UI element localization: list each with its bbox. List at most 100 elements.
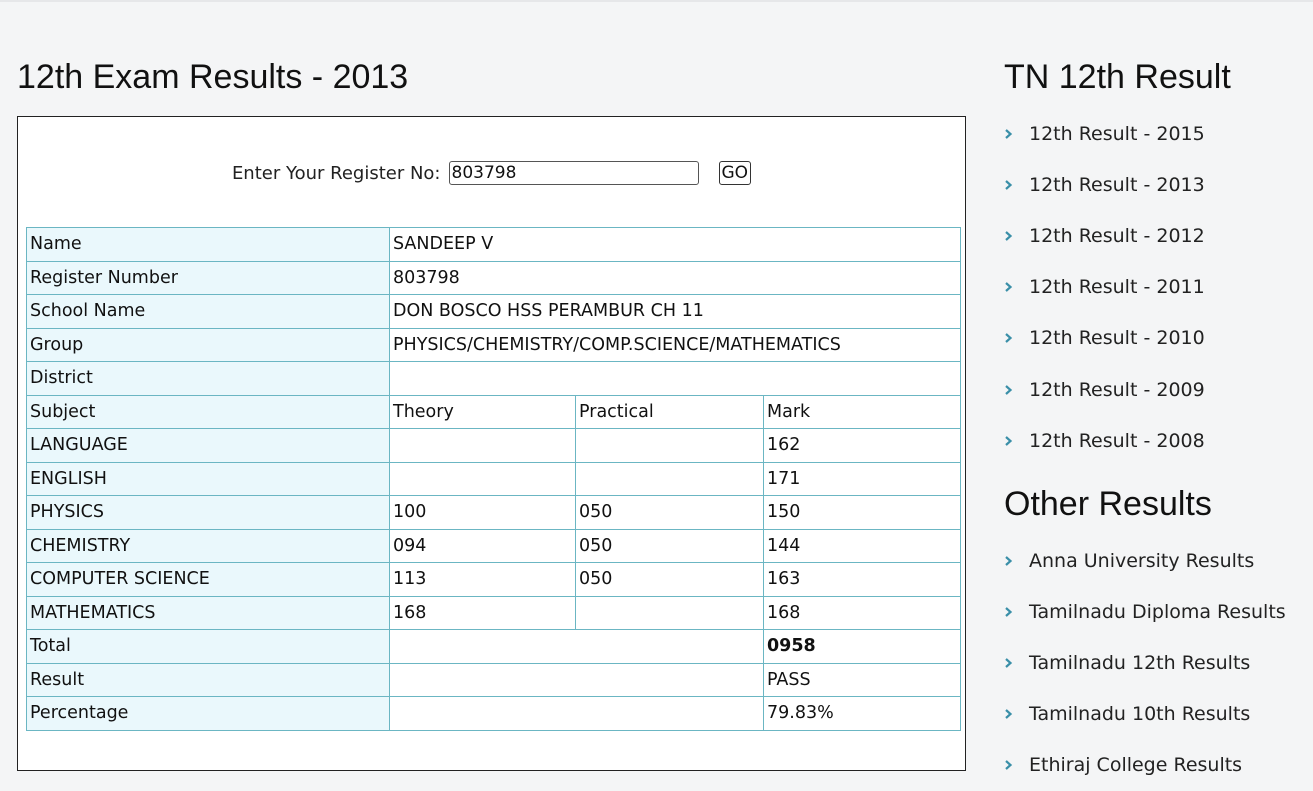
sidebar-link-label: 12th Result - 2008 bbox=[1029, 429, 1205, 452]
subject-mark: 168 bbox=[762, 595, 962, 630]
page-title: 12th Exam Results - 2013 bbox=[17, 58, 409, 96]
info-row: School Name DON BOSCO HSS PERAMBUR CH 11 bbox=[26, 294, 962, 329]
go-button[interactable]: GO bbox=[718, 161, 752, 185]
summary-label: Result bbox=[26, 662, 390, 697]
sidebar-link[interactable]: 12th Result - 2012 bbox=[1004, 210, 1205, 261]
chevron-right-icon bbox=[1004, 606, 1018, 618]
chevron-right-icon bbox=[1004, 657, 1018, 669]
subject-row: MATHEMATICS 168 168 bbox=[26, 595, 962, 630]
summary-value: 0958 bbox=[762, 629, 962, 664]
other-results-heading: Other Results bbox=[1004, 485, 1212, 523]
sidebar-link-label: 12th Result - 2009 bbox=[1029, 378, 1205, 401]
info-value bbox=[388, 361, 962, 396]
chevron-right-icon bbox=[1004, 759, 1018, 771]
info-value: SANDEEP V bbox=[388, 227, 962, 262]
sidebar-link[interactable]: Anna University Results bbox=[1004, 535, 1286, 586]
info-label: Group bbox=[26, 327, 390, 362]
sidebar-link[interactable]: 12th Result - 2015 bbox=[1004, 108, 1205, 159]
sidebar-link-label: 12th Result - 2015 bbox=[1029, 122, 1205, 145]
sidebar-link[interactable]: Tamilnadu 12th Results bbox=[1004, 637, 1286, 688]
subject-subject: LANGUAGE bbox=[26, 428, 390, 463]
summary-label: Percentage bbox=[26, 696, 390, 731]
subject-subject: MATHEMATICS bbox=[26, 595, 390, 630]
sidebar-link-label: Tamilnadu Diploma Results bbox=[1029, 600, 1286, 623]
sidebar-link[interactable]: 12th Result - 2011 bbox=[1004, 262, 1205, 313]
subject-theory: 113 bbox=[389, 562, 576, 597]
sidebar-link[interactable]: 12th Result - 2009 bbox=[1004, 364, 1205, 415]
subject-subject: PHYSICS bbox=[26, 495, 390, 530]
subject-practical bbox=[575, 595, 764, 630]
summary-value: PASS bbox=[762, 662, 962, 697]
info-label: District bbox=[26, 361, 390, 396]
header-mark: Mark bbox=[762, 394, 962, 429]
result-table: Name SANDEEP V Register Number 803798 School… bbox=[26, 227, 962, 731]
sidebar-link-label: 12th Result - 2013 bbox=[1029, 173, 1205, 196]
sidebar-link-label: Ethiraj College Results bbox=[1029, 754, 1243, 777]
chevron-right-icon bbox=[1004, 128, 1018, 140]
sidebar-link-label: Tamilnadu 10th Results bbox=[1029, 703, 1251, 726]
info-value: 803798 bbox=[388, 260, 962, 295]
chevron-right-icon bbox=[1004, 179, 1018, 191]
sidebar-link-label: Tamilnadu 12th Results bbox=[1029, 651, 1251, 674]
subject-subject: COMPUTER SCIENCE bbox=[26, 562, 390, 597]
subject-mark: 163 bbox=[762, 562, 962, 597]
sidebar-link[interactable]: Tamilnadu 10th Results bbox=[1004, 689, 1286, 740]
chevron-right-icon bbox=[1004, 230, 1018, 242]
summary-row: Percentage 79.83% bbox=[26, 696, 962, 731]
subject-row: CHEMISTRY 094 050 144 bbox=[26, 528, 962, 563]
summary-spacer bbox=[389, 629, 764, 664]
marks-header-row: Subject Theory Practical Mark bbox=[26, 394, 962, 429]
sidebar-link[interactable]: 12th Result - 2013 bbox=[1004, 159, 1205, 210]
subject-subject: CHEMISTRY bbox=[26, 528, 390, 563]
sidebar-link-label: 12th Result - 2011 bbox=[1029, 276, 1205, 299]
subject-row: COMPUTER SCIENCE 113 050 163 bbox=[26, 562, 962, 597]
subject-subject: ENGLISH bbox=[26, 461, 390, 496]
header-theory: Theory bbox=[389, 394, 576, 429]
subject-practical: 050 bbox=[575, 528, 764, 563]
summary-row: Total 0958 bbox=[26, 629, 962, 664]
sidebar-link[interactable]: Ethiraj College Results bbox=[1004, 740, 1286, 791]
sidebar-link[interactable]: 12th Result - 2010 bbox=[1004, 313, 1205, 364]
summary-value: 79.83% bbox=[762, 696, 962, 731]
register-number-input[interactable] bbox=[448, 161, 699, 185]
info-value: DON BOSCO HSS PERAMBUR CH 11 bbox=[388, 294, 962, 329]
info-row: District bbox=[26, 361, 962, 396]
summary-spacer bbox=[389, 696, 764, 731]
chevron-right-icon bbox=[1004, 555, 1018, 567]
subject-row: PHYSICS 100 050 150 bbox=[26, 495, 962, 530]
sidebar-link[interactable]: Tamilnadu Diploma Results bbox=[1004, 586, 1286, 637]
chevron-right-icon bbox=[1004, 332, 1018, 344]
other-results-list: Anna University Results Tamilnadu Diploma… bbox=[1004, 535, 1286, 791]
top-border bbox=[0, 0, 1313, 2]
info-label: School Name bbox=[26, 294, 390, 329]
subject-theory bbox=[389, 461, 576, 496]
subject-practical bbox=[575, 461, 764, 496]
register-label: Enter Your Register No: bbox=[231, 162, 441, 184]
subject-theory: 100 bbox=[389, 495, 576, 530]
sidebar-link-label: 12th Result - 2010 bbox=[1029, 327, 1205, 350]
info-value: PHYSICS/CHEMISTRY/COMP.SCIENCE/MATHEMATI… bbox=[388, 327, 962, 362]
subject-mark: 162 bbox=[762, 428, 962, 463]
subject-theory: 168 bbox=[389, 595, 576, 630]
summary-row: Result PASS bbox=[26, 662, 962, 697]
info-label: Register Number bbox=[26, 260, 390, 295]
sidebar-link[interactable]: 12th Result - 2008 bbox=[1004, 415, 1205, 466]
subject-row: LANGUAGE 162 bbox=[26, 428, 962, 463]
register-form: Enter Your Register No: GO bbox=[18, 161, 965, 185]
chevron-right-icon bbox=[1004, 384, 1018, 396]
info-row: Register Number 803798 bbox=[26, 260, 962, 295]
subject-theory: 094 bbox=[389, 528, 576, 563]
subject-row: ENGLISH 171 bbox=[26, 461, 962, 496]
subject-mark: 144 bbox=[762, 528, 962, 563]
chevron-right-icon bbox=[1004, 708, 1018, 720]
subject-practical: 050 bbox=[575, 562, 764, 597]
header-subject: Subject bbox=[26, 394, 390, 429]
subject-mark: 171 bbox=[762, 461, 962, 496]
summary-spacer bbox=[389, 662, 764, 697]
sidebar-link-label: Anna University Results bbox=[1029, 549, 1255, 572]
chevron-right-icon bbox=[1004, 281, 1018, 293]
info-row: Name SANDEEP V bbox=[26, 227, 962, 262]
subject-mark: 150 bbox=[762, 495, 962, 530]
subject-practical: 050 bbox=[575, 495, 764, 530]
chevron-right-icon bbox=[1004, 435, 1018, 447]
